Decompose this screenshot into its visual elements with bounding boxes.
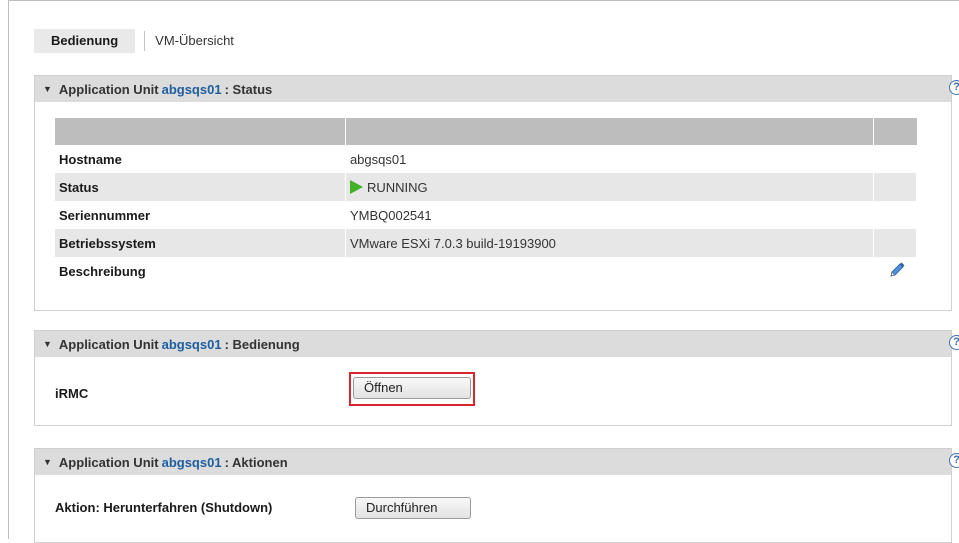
help-icon[interactable]: ? <box>949 80 959 95</box>
row-value <box>345 257 875 285</box>
panel-title-suffix: : Aktionen <box>224 454 288 470</box>
pencil-edit-icon[interactable] <box>888 262 906 282</box>
irmc-label: iRMC <box>55 386 89 401</box>
table-row: Beschreibung <box>55 257 917 285</box>
shutdown-action-label: Aktion: Herunterfahren (Shutdown) <box>55 500 273 515</box>
row-value: VMware ESXi 7.0.3 build-19193900 <box>345 229 875 257</box>
row-value-status: RUNNING <box>345 173 875 201</box>
row-label: Betriebssystem <box>55 229 346 257</box>
bedienung-panel: ▼ Application Unit abgsqs01 : Bedienung … <box>34 330 959 426</box>
status-table: Hostname abgsqs01 Status RUNNING Serienn… <box>55 118 917 285</box>
tab-vm-uebersicht[interactable]: VM-Übersicht <box>145 29 251 53</box>
status-text: RUNNING <box>366 179 428 195</box>
row-action <box>873 229 917 257</box>
tab-bar: Bedienung VM-Übersicht <box>34 29 251 53</box>
panel-title-suffix: : Bedienung <box>224 336 300 352</box>
panel-title-prefix: Application Unit <box>58 336 159 352</box>
unit-name-link[interactable]: abgsqs01 <box>162 455 222 470</box>
table-header-row <box>55 118 917 145</box>
table-row: Seriennummer YMBQ002541 <box>55 201 917 229</box>
collapse-caret-icon[interactable]: ▼ <box>43 84 52 94</box>
row-action <box>873 145 917 173</box>
bedienung-panel-header[interactable]: ▼ Application Unit abgsqs01 : Bedienung … <box>35 330 959 357</box>
table-row: Status RUNNING <box>55 173 917 201</box>
status-panel-header[interactable]: ▼ Application Unit abgsqs01 : Status ? <box>35 75 959 102</box>
row-label: Seriennummer <box>55 201 346 229</box>
top-border-line <box>8 0 959 1</box>
row-value: YMBQ002541 <box>345 201 875 229</box>
panel-title-prefix: Application Unit <box>58 454 159 470</box>
table-header-cell <box>345 118 875 145</box>
left-border-line <box>8 0 9 539</box>
aktionen-panel-header[interactable]: ▼ Application Unit abgsqs01 : Aktionen ? <box>35 448 959 475</box>
table-row: Betriebssystem VMware ESXi 7.0.3 build-1… <box>55 229 917 257</box>
open-button[interactable]: Öffnen <box>353 377 471 399</box>
unit-name-link[interactable]: abgsqs01 <box>162 337 222 352</box>
status-panel: ▼ Application Unit abgsqs01 : Status ? H… <box>34 75 959 311</box>
row-label: Status <box>55 173 346 201</box>
panel-title-prefix: Application Unit <box>58 81 159 97</box>
help-icon[interactable]: ? <box>949 335 959 350</box>
table-header-cell <box>55 118 346 145</box>
row-label: Beschreibung <box>55 257 346 285</box>
collapse-caret-icon[interactable]: ▼ <box>43 339 52 349</box>
row-value: abgsqs01 <box>345 145 875 173</box>
panel-title-suffix: : Status <box>224 81 273 97</box>
collapse-caret-icon[interactable]: ▼ <box>43 457 52 467</box>
help-icon[interactable]: ? <box>949 453 959 468</box>
row-label: Hostname <box>55 145 346 173</box>
unit-name-link[interactable]: abgsqs01 <box>162 82 222 97</box>
table-row: Hostname abgsqs01 <box>55 145 917 173</box>
table-header-cell <box>873 118 917 145</box>
row-action <box>873 201 917 229</box>
tab-bedienung[interactable]: Bedienung <box>34 29 136 53</box>
row-action <box>873 173 917 201</box>
aktionen-panel: ▼ Application Unit abgsqs01 : Aktionen ?… <box>34 448 959 543</box>
play-icon <box>349 180 363 195</box>
execute-button[interactable]: Durchführen <box>355 497 471 519</box>
row-action <box>873 257 917 285</box>
